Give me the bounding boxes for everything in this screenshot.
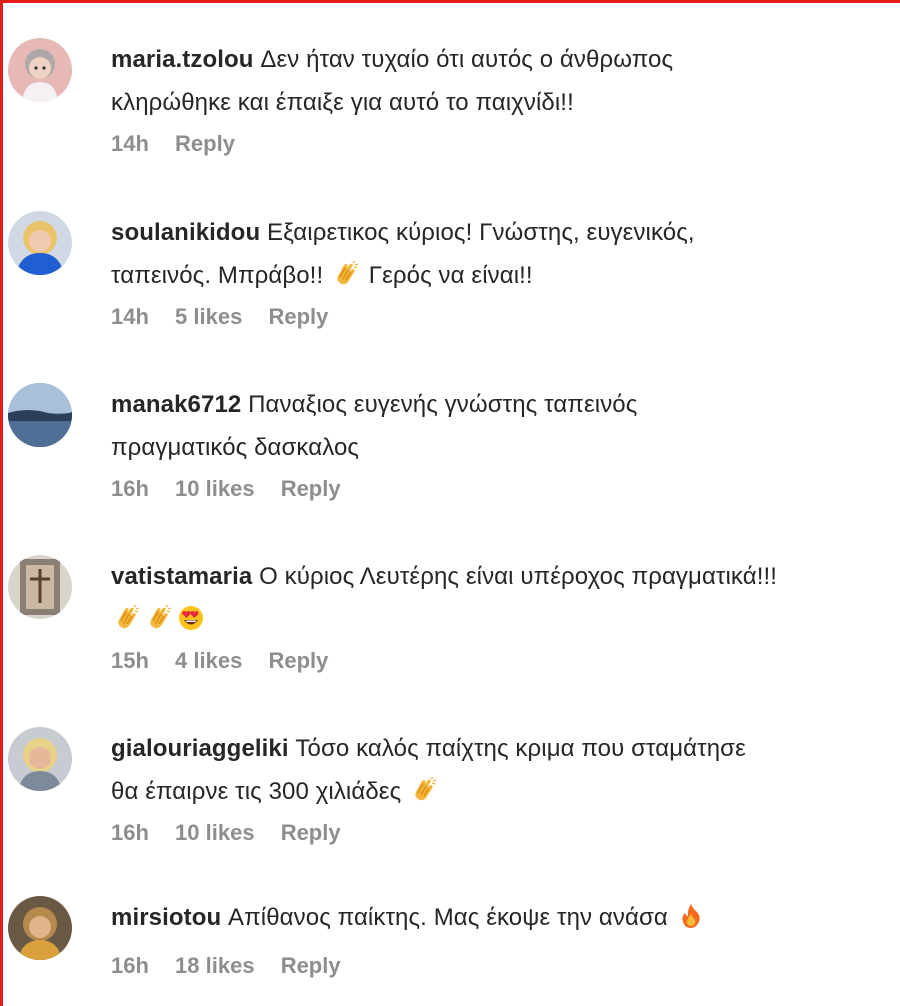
comment-text: maria.tzolou Δεν ήταν τυχαίο ότι αυτός ο…: [111, 38, 900, 124]
comment-time: 16h: [111, 953, 149, 978]
avatar[interactable]: [8, 727, 72, 791]
comment-meta: 16h 10 likes Reply: [111, 476, 361, 502]
reply-button[interactable]: Reply: [281, 953, 341, 978]
comment-text: vatistamaria Ο κύριος Λευτέρης είναι υπέ…: [111, 555, 900, 641]
comment-body: Δεν ήταν τυχαίο ότι αυτός ο άνθρωπος: [260, 46, 674, 73]
comment-username[interactable]: soulanikidou: [111, 219, 260, 246]
avatar[interactable]: [8, 896, 72, 960]
avatar[interactable]: [8, 555, 72, 619]
comment-body: κληρώθηκε και έπαιξε για αυτό το παιχνίδ…: [111, 89, 574, 116]
reply-button[interactable]: Reply: [268, 304, 328, 329]
comment-meta: 16h 18 likes Reply: [111, 953, 361, 979]
comment-body: πραγματικός δασκαλος: [111, 434, 360, 461]
reply-button[interactable]: Reply: [268, 648, 328, 673]
comment-body: Παναξιος ευγενής γνώστης ταπεινός: [248, 391, 638, 418]
comment-body: Απίθανος παίκτης. Μας έκοψε την ανάσα: [228, 904, 668, 931]
reply-button[interactable]: Reply: [281, 476, 341, 501]
comment-username[interactable]: vatistamaria: [111, 563, 252, 590]
comment-username[interactable]: gialouriaggeliki: [111, 735, 289, 762]
comment-meta: 14h 5 likes Reply: [111, 304, 348, 330]
comment-likes[interactable]: 18 likes: [175, 953, 255, 978]
avatar[interactable]: [8, 38, 72, 102]
reply-button[interactable]: Reply: [281, 820, 341, 845]
avatar[interactable]: [8, 211, 72, 275]
comments-panel: maria.tzolou Δεν ήταν τυχαίο ότι αυτός ο…: [0, 0, 900, 1006]
comment-likes[interactable]: 10 likes: [175, 820, 255, 845]
comment-time: 15h: [111, 648, 149, 673]
fire-icon: [678, 903, 704, 929]
comment-username[interactable]: maria.tzolou: [111, 46, 254, 73]
heart-eyes-icon: [178, 605, 204, 631]
comment-body: Εξαιρετικος κύριος! Γνώστης, ευγενικός,: [267, 219, 695, 246]
clapping-hands-icon: [333, 261, 359, 287]
comment-likes[interactable]: 4 likes: [175, 648, 242, 673]
comment-text: mirsiotou Απίθανος παίκτης. Μας έκοψε τη…: [111, 896, 900, 939]
comment-text: manak6712 Παναξιος ευγενής γνώστης ταπει…: [111, 383, 900, 469]
comment-username[interactable]: manak6712: [111, 391, 241, 418]
comment-likes[interactable]: 10 likes: [175, 476, 255, 501]
comment-body: Γερός να είναι!!: [368, 262, 533, 289]
comment-time: 14h: [111, 304, 149, 329]
comment-time: 16h: [111, 820, 149, 845]
clapping-hands-icon: [146, 605, 172, 631]
comment-meta: 15h 4 likes Reply: [111, 648, 348, 674]
comment-body: Τόσο καλός παίχτης κριμα που σταμάτησε: [295, 735, 746, 762]
comment-time: 16h: [111, 476, 149, 501]
reply-button[interactable]: Reply: [175, 131, 235, 156]
comment-username[interactable]: mirsiotou: [111, 904, 221, 931]
comment-meta: 14h Reply: [111, 131, 255, 157]
comment-likes[interactable]: 5 likes: [175, 304, 242, 329]
comment-body: ταπεινός. Μπράβο!!: [111, 262, 324, 289]
comment-text: gialouriaggeliki Τόσο καλός παίχτης κριμ…: [111, 727, 900, 813]
clapping-hands-icon: [411, 777, 437, 803]
avatar[interactable]: [8, 383, 72, 447]
comment-text: soulanikidou Εξαιρετικος κύριος! Γνώστης…: [111, 211, 900, 297]
comment-body: θα έπαιρνε τις 300 χιλιάδες: [111, 778, 402, 805]
comment-body: Ο κύριος Λευτέρης είναι υπέροχος πραγματ…: [259, 563, 778, 590]
comment-time: 14h: [111, 131, 149, 156]
clapping-hands-icon: [114, 605, 140, 631]
comment-meta: 16h 10 likes Reply: [111, 820, 361, 846]
